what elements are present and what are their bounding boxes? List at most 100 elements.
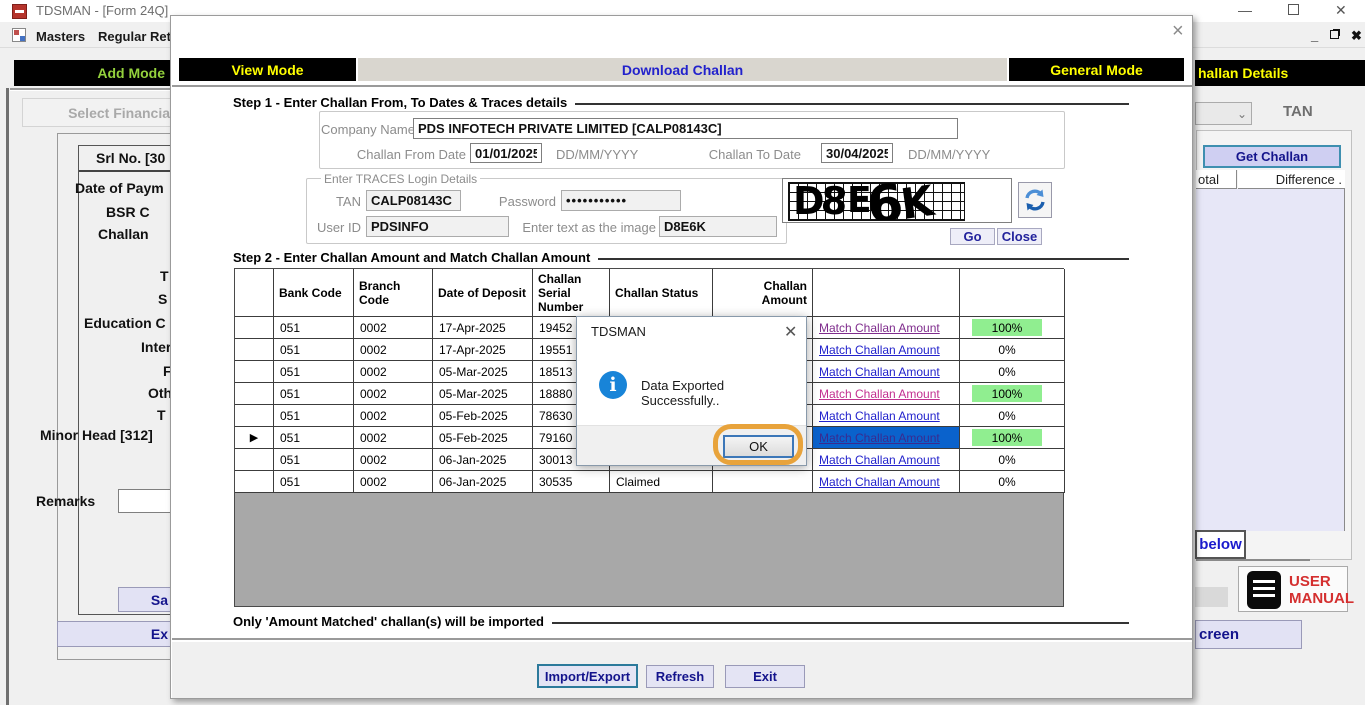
menu-masters[interactable]: Masters bbox=[36, 29, 85, 44]
column-header: Date of Deposit bbox=[433, 269, 533, 317]
mdi-restore-icon[interactable] bbox=[1330, 30, 1339, 39]
userid-input[interactable] bbox=[366, 216, 509, 237]
cell-challan-amount[interactable] bbox=[713, 471, 813, 493]
label-education-cess: Education C bbox=[84, 315, 166, 331]
cell-match-percent: 0% bbox=[960, 339, 1065, 361]
match-percent-value: 0% bbox=[972, 451, 1042, 468]
captcha-image: D 8 E 6 K bbox=[788, 182, 965, 221]
tab-view-mode[interactable]: View Mode bbox=[179, 58, 356, 81]
message-box-close-icon[interactable]: ✕ bbox=[784, 322, 797, 342]
column-header: Bank Code bbox=[274, 269, 354, 317]
company-name-label: Company Name bbox=[321, 122, 409, 137]
captcha-entry-input[interactable] bbox=[659, 216, 777, 237]
minimize-icon[interactable]: — bbox=[1238, 2, 1252, 18]
match-challan-amount-link[interactable]: Match Challan Amount bbox=[819, 475, 940, 489]
match-challan-amount-link[interactable]: Match Challan Amount bbox=[819, 387, 940, 401]
tab-challan-details[interactable]: hallan Details bbox=[1195, 60, 1365, 86]
go-button[interactable]: Go bbox=[950, 228, 995, 245]
match-percent-value: 100% bbox=[972, 319, 1042, 336]
cell-bank-code: 051 bbox=[274, 427, 354, 449]
cell-match-percent: 0% bbox=[960, 471, 1065, 493]
cell-match-percent: 0% bbox=[960, 361, 1065, 383]
remarks-input[interactable] bbox=[118, 489, 171, 513]
cell-bank-code: 051 bbox=[274, 339, 354, 361]
cell-date-of-deposit: 17-Apr-2025 bbox=[433, 317, 533, 339]
label-others: Oth bbox=[148, 385, 172, 401]
full-screen-button[interactable]: creen bbox=[1195, 620, 1302, 649]
row-selector[interactable] bbox=[235, 405, 274, 427]
cell-match-percent: 0% bbox=[960, 449, 1065, 471]
tab-general-mode[interactable]: General Mode bbox=[1009, 58, 1184, 81]
cell-match-link: Match Challan Amount bbox=[813, 361, 960, 383]
exit-background-button[interactable]: Ex bbox=[57, 621, 171, 647]
select-financial-button[interactable]: Select Financia bbox=[22, 98, 171, 127]
cell-branch-code: 0002 bbox=[354, 449, 433, 471]
bottom-groove bbox=[172, 638, 1192, 641]
dialog-close-icon[interactable]: × bbox=[1172, 23, 1184, 39]
from-date-input[interactable] bbox=[470, 143, 542, 163]
exit-button[interactable]: Exit bbox=[725, 665, 805, 688]
refresh-button[interactable]: Refresh bbox=[646, 665, 714, 688]
cell-match-link: Match Challan Amount bbox=[813, 317, 960, 339]
cell-match-percent: 100% bbox=[960, 383, 1065, 405]
to-date-input[interactable] bbox=[821, 143, 893, 163]
mdi-minimize-icon[interactable]: _ bbox=[1311, 28, 1318, 43]
row-selector[interactable] bbox=[235, 317, 274, 339]
tan-input[interactable] bbox=[366, 190, 461, 211]
row-selector[interactable] bbox=[235, 361, 274, 383]
cell-branch-code: 0002 bbox=[354, 339, 433, 361]
company-name-input[interactable] bbox=[413, 118, 958, 139]
get-challan-button[interactable]: Get Challan bbox=[1203, 145, 1341, 168]
captcha-refresh-button[interactable] bbox=[1018, 182, 1052, 218]
row-selector[interactable] bbox=[235, 449, 274, 471]
label-s1: S bbox=[158, 291, 167, 307]
match-challan-amount-link[interactable]: Match Challan Amount bbox=[819, 321, 940, 335]
refresh-icon bbox=[1023, 188, 1047, 212]
step2-rule bbox=[598, 258, 1129, 260]
cell-branch-code: 0002 bbox=[354, 383, 433, 405]
match-challan-amount-link[interactable]: Match Challan Amount bbox=[819, 365, 940, 379]
window-left-edge bbox=[6, 88, 9, 705]
match-challan-amount-link[interactable]: Match Challan Amount bbox=[819, 453, 940, 467]
message-box-title: TDSMAN bbox=[591, 324, 646, 339]
cell-match-link: Match Challan Amount bbox=[813, 405, 960, 427]
cell-branch-code: 0002 bbox=[354, 471, 433, 493]
cell-bank-code: 051 bbox=[274, 471, 354, 493]
match-challan-amount-link[interactable]: Match Challan Amount bbox=[819, 431, 940, 445]
match-percent-value: 100% bbox=[972, 429, 1042, 446]
row-selector[interactable]: ▶ bbox=[235, 427, 274, 449]
tab-download-challan[interactable]: Download Challan bbox=[358, 58, 1007, 81]
cell-match-link: Match Challan Amount bbox=[813, 427, 960, 449]
match-percent-value: 100% bbox=[972, 385, 1042, 402]
match-challan-amount-link[interactable]: Match Challan Amount bbox=[819, 343, 940, 357]
label-bsr-code: BSR C bbox=[106, 204, 150, 220]
cell-date-of-deposit: 05-Mar-2025 bbox=[433, 383, 533, 405]
row-selector[interactable] bbox=[235, 339, 274, 361]
row-selector[interactable] bbox=[235, 383, 274, 405]
save-button[interactable]: Sa bbox=[118, 587, 171, 612]
srl-divider bbox=[79, 170, 171, 172]
mdi-close-icon[interactable]: ✖ bbox=[1351, 28, 1362, 44]
to-date-label: Challan To Date bbox=[701, 147, 801, 162]
import-export-button[interactable]: Import/Export bbox=[537, 664, 638, 688]
match-challan-amount-link[interactable]: Match Challan Amount bbox=[819, 409, 940, 423]
column-difference: Difference . bbox=[1238, 170, 1345, 189]
cell-date-of-deposit: 06-Jan-2025 bbox=[433, 449, 533, 471]
challan-details-list bbox=[1196, 189, 1345, 531]
close-captcha-button[interactable]: Close bbox=[997, 228, 1042, 245]
below-link[interactable]: below bbox=[1195, 530, 1246, 559]
column-header: Challan Serial Number bbox=[533, 269, 610, 317]
row-selector[interactable] bbox=[235, 471, 274, 493]
tab-add-mode[interactable]: Add Mode bbox=[14, 60, 171, 86]
left-groove bbox=[10, 88, 171, 91]
cell-date-of-deposit: 06-Jan-2025 bbox=[433, 471, 533, 493]
password-input[interactable] bbox=[561, 190, 681, 211]
user-manual-button[interactable]: USER MANUAL bbox=[1238, 566, 1348, 612]
column-header: Challan Status bbox=[610, 269, 713, 317]
close-icon[interactable]: ✕ bbox=[1335, 2, 1347, 19]
financial-year-dropdown[interactable]: ⌄ bbox=[1195, 102, 1252, 125]
menu-regular-returns[interactable]: Regular Retu bbox=[98, 29, 179, 44]
cell-match-percent: 100% bbox=[960, 427, 1065, 449]
cell-match-link: Match Challan Amount bbox=[813, 471, 960, 493]
maximize-icon[interactable] bbox=[1288, 4, 1299, 15]
